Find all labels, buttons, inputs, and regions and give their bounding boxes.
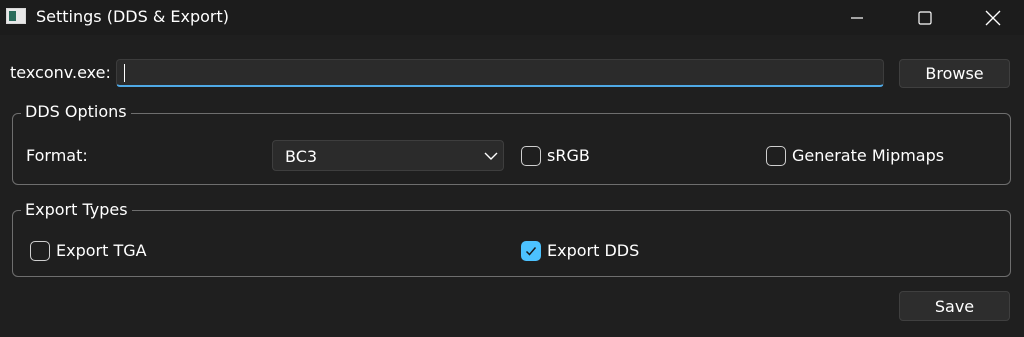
- title-bar: Settings (DDS & Export): [0, 0, 1024, 35]
- app-icon: [6, 8, 26, 24]
- generate-mipmaps-checkbox[interactable]: [766, 146, 786, 166]
- export-dds-label: Export DDS: [547, 241, 640, 260]
- minimize-button[interactable]: [834, 0, 880, 35]
- dds-options-title: DDS Options: [21, 102, 131, 121]
- texconv-path-input[interactable]: [116, 59, 884, 87]
- export-types-title: Export Types: [21, 200, 132, 219]
- export-tga-checkbox[interactable]: [30, 241, 50, 261]
- browse-button[interactable]: Browse: [899, 59, 1010, 88]
- srgb-checkbox[interactable]: [521, 146, 541, 166]
- maximize-button[interactable]: [902, 0, 948, 35]
- format-label: Format:: [26, 146, 88, 165]
- close-button[interactable]: [970, 0, 1016, 35]
- save-button[interactable]: Save: [899, 291, 1010, 321]
- generate-mipmaps-label: Generate Mipmaps: [792, 146, 945, 165]
- chevron-down-icon: [484, 152, 498, 160]
- format-select[interactable]: BC3: [272, 140, 504, 171]
- export-dds-checkbox[interactable]: [521, 241, 541, 261]
- minimize-icon: [851, 16, 863, 19]
- window-title: Settings (DDS & Export): [36, 7, 230, 26]
- srgb-label: sRGB: [547, 146, 590, 165]
- checkmark-icon: [525, 247, 537, 256]
- maximize-icon: [918, 10, 932, 25]
- export-tga-label: Export TGA: [56, 241, 147, 260]
- format-selected-value: BC3: [285, 147, 318, 166]
- texconv-label: texconv.exe:: [10, 63, 111, 82]
- close-icon: [985, 10, 1001, 25]
- export-types-group: [12, 210, 1011, 277]
- text-cursor: [124, 64, 125, 82]
